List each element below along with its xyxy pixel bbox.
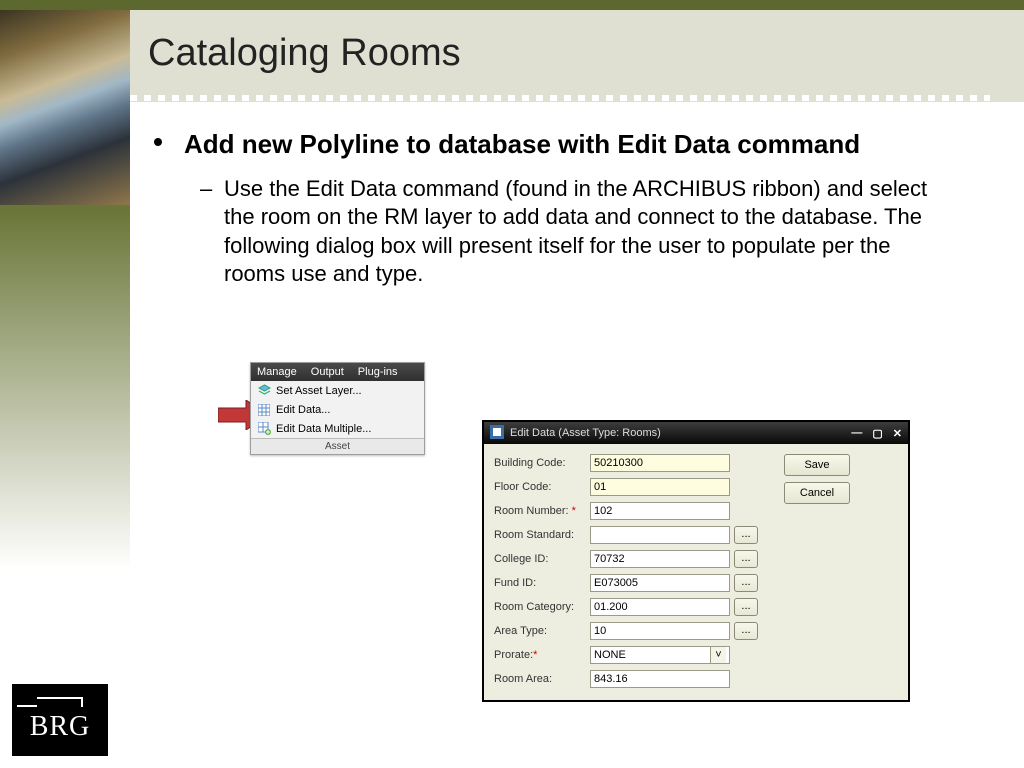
top-accent-bar [0,0,1024,10]
field-label: Room Number: * [494,505,590,517]
ribbon-item-set-asset-layer[interactable]: Set Asset Layer... [251,381,424,400]
ribbon-menu[interactable]: Manage [257,366,297,378]
fund-id-input[interactable] [590,574,730,592]
lookup-button[interactable]: ... [734,598,758,616]
floor-code-input[interactable] [590,478,730,496]
bullet-dot-icon [154,138,162,146]
title-band: Cataloging Rooms [130,10,1024,102]
ribbon-item-edit-data-multiple[interactable]: Edit Data Multiple... [251,419,424,438]
cancel-button[interactable]: Cancel [784,482,850,504]
prorate-select[interactable]: NONE˅ [590,646,730,664]
grid-icon [257,403,271,417]
ribbon-menubar: Manage Output Plug-ins [251,363,424,381]
bullet2-text: Use the Edit Data command (found in the … [224,176,927,287]
bullet-level1: Add new Polyline to database with Edit D… [184,128,976,161]
room-area-input[interactable] [590,670,730,688]
close-icon[interactable]: ✕ [893,427,902,440]
room-category-input[interactable] [590,598,730,616]
field-label: Fund ID: [494,577,590,589]
dialog-titlebar[interactable]: Edit Data (Asset Type: Rooms) — ▢ ✕ [484,422,908,444]
dialog-title: Edit Data (Asset Type: Rooms) [510,427,661,439]
ribbon-item-label: Edit Data... [276,404,330,416]
ribbon-item-edit-data[interactable]: Edit Data... [251,400,424,419]
building-code-input[interactable] [590,454,730,472]
room-number-input[interactable] [590,502,730,520]
slide-content: Add new Polyline to database with Edit D… [148,128,976,289]
grid-plus-icon [257,422,271,436]
bullet-dash-icon: – [200,175,212,204]
logo-bracket-icon [37,697,83,707]
lookup-button[interactable]: ... [734,550,758,568]
title-divider [130,95,990,101]
room-standard-input[interactable] [590,526,730,544]
app-icon [490,425,504,442]
layers-icon [257,384,271,398]
field-label: College ID: [494,553,590,565]
ribbon-group-label: Asset [251,438,424,454]
page-title: Cataloging Rooms [130,10,1024,75]
field-label: Room Standard: [494,529,590,541]
ribbon-item-label: Set Asset Layer... [276,385,362,397]
chevron-down-icon: ˅ [710,647,726,663]
field-label: Prorate:* [494,649,590,661]
ribbon-item-label: Edit Data Multiple... [276,423,371,435]
edit-data-dialog: Edit Data (Asset Type: Rooms) — ▢ ✕ Buil… [482,420,910,702]
minimize-icon[interactable]: — [851,427,862,440]
dialog-fields: Building Code: Floor Code: Room Number: … [494,452,774,690]
lookup-button[interactable]: ... [734,574,758,592]
field-label: Area Type: [494,625,590,637]
field-label: Room Category: [494,601,590,613]
lookup-button[interactable]: ... [734,622,758,640]
brg-logo: BRG [12,684,108,756]
lookup-button[interactable]: ... [734,526,758,544]
save-button[interactable]: Save [784,454,850,476]
decorative-photo [0,10,130,205]
ribbon-menu[interactable]: Output [311,366,344,378]
bullet-level2: – Use the Edit Data command (found in th… [224,175,944,289]
field-label: Building Code: [494,457,590,469]
archibus-ribbon-snippet: Manage Output Plug-ins Set Asset Layer..… [250,362,425,455]
area-type-input[interactable] [590,622,730,640]
college-id-input[interactable] [590,550,730,568]
maximize-icon[interactable]: ▢ [872,427,882,440]
field-label: Floor Code: [494,481,590,493]
field-label: Room Area: [494,673,590,685]
ribbon-menu[interactable]: Plug-ins [358,366,398,378]
bullet1-text: Add new Polyline to database with Edit D… [184,129,860,159]
logo-text: BRG [30,711,91,743]
